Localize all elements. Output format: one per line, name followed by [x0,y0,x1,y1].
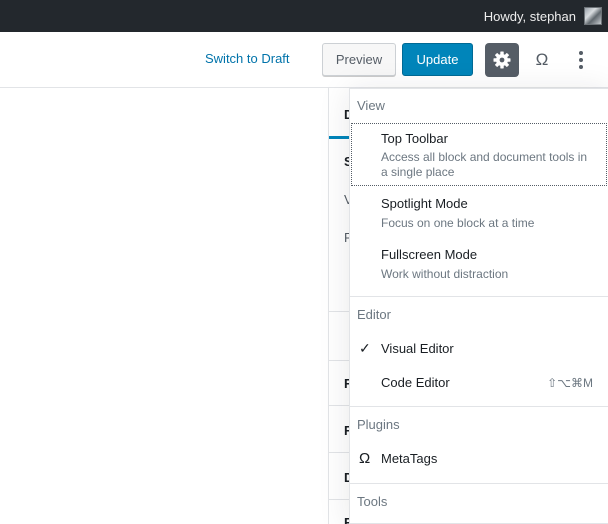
menu-item-label: Spotlight Mode [381,196,468,211]
menu-group-title-view: View [357,98,385,113]
editor-header: Switch to Draft Preview Update Ω [0,32,608,88]
menu-item-label: Visual Editor [381,341,454,356]
menu-divider [350,406,608,407]
menu-item-label: Code Editor [381,375,450,390]
menu-item-label: Fullscreen Mode [381,247,478,262]
preview-button[interactable]: Preview [322,43,396,76]
menu-item-top-toolbar[interactable]: Top Toolbar Access all block and documen… [350,123,608,186]
menu-item-metatags[interactable]: Ω MetaTags [350,442,608,474]
vertical-ellipsis-icon [579,51,583,55]
menu-group-title-editor: Editor [357,307,391,322]
menu-group-title-plugins: Plugins [357,417,400,432]
gear-icon [493,51,511,69]
menu-group-title-tools: Tools [357,494,388,509]
admin-bar: Howdy, stephan [0,0,608,32]
menu-divider [350,296,608,297]
checkmark-icon: ✓ [359,340,371,356]
omega-icon: Ω [359,450,371,467]
sidebar-divider [329,499,351,500]
update-button[interactable]: Update [402,43,473,76]
sidebar-divider [329,405,351,406]
menu-item-visual-editor[interactable]: ✓ Visual Editor [350,332,608,364]
menu-item-description: Focus on one block at a time [381,216,535,230]
omega-icon: Ω [535,50,549,69]
menu-item-code-editor[interactable]: Code Editor ⇧⌥⌘M [350,366,608,398]
preview-label: Preview [335,52,383,67]
menu-item-fullscreen-mode[interactable]: Fullscreen Mode Work without distraction [350,240,608,288]
sidebar-tab-indicator [329,136,351,139]
menu-item-description: Work without distraction [381,267,509,281]
sidebar-divider [329,360,351,361]
update-label: Update [416,52,459,67]
menu-item-description: Access all block and document tools in a… [381,150,588,179]
keyboard-shortcut: ⇧⌥⌘M [547,376,593,390]
more-tools-menu: View Top Toolbar Access all block and do… [349,88,608,524]
switch-to-draft-button[interactable]: Switch to Draft [205,51,290,66]
menu-item-spotlight-mode[interactable]: Spotlight Mode Focus on one block at a t… [350,189,608,237]
more-tools-button[interactable] [570,43,592,77]
settings-button[interactable] [485,43,519,77]
sidebar-divider [329,311,351,312]
menu-item-label: MetaTags [381,451,438,466]
menu-item-label: Top Toolbar [381,131,448,146]
howdy-greeting[interactable]: Howdy, stephan [484,9,576,24]
avatar[interactable] [584,7,602,25]
metatags-plugin-button[interactable]: Ω [528,43,556,77]
sidebar-divider [329,452,351,453]
menu-divider [350,483,608,484]
